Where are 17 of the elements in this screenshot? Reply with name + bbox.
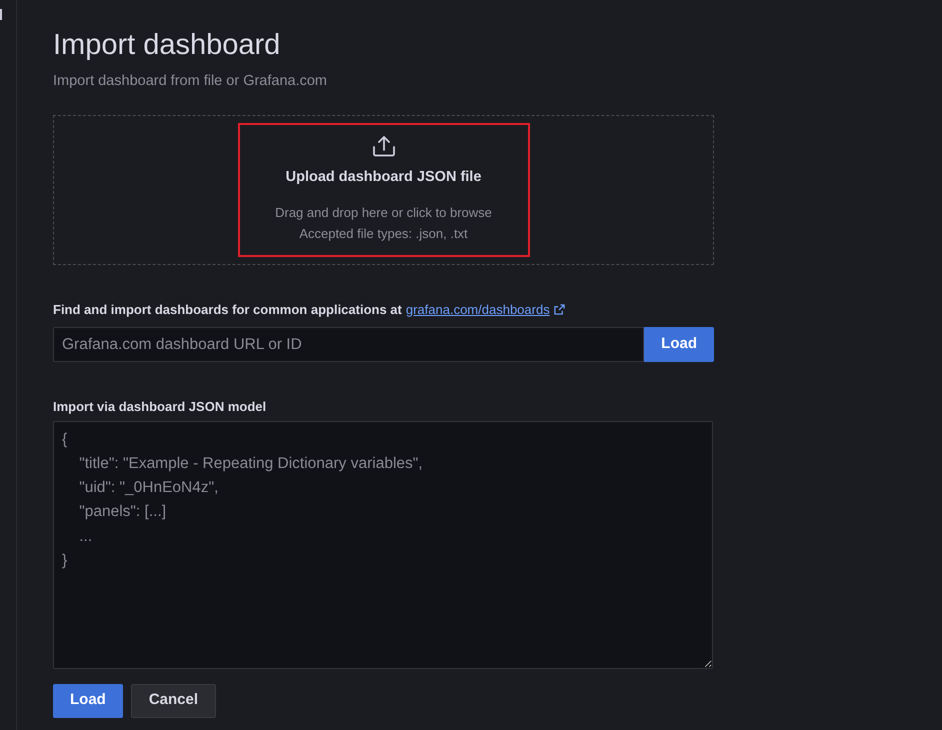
upload-hint: Drag and drop here or click to browse: [275, 204, 492, 222]
upload-icon: [372, 134, 396, 157]
page-title: Import dashboard: [53, 28, 282, 63]
external-link-icon[interactable]: [554, 304, 565, 315]
dashboards-link[interactable]: grafana.com/dashboards: [406, 300, 550, 320]
page-subtitle: Import dashboard from file or Grafana.com: [53, 72, 328, 91]
load-button[interactable]: Load: [644, 327, 714, 362]
import-label: Find and import dashboards for common applications at grafana.com/dashboards: [53, 300, 714, 320]
json-model-field[interactable]: { "title": "Example - Repeating Dictionary variables", "uid": "_0HnEoN4z", "panels": [...] ... }: [53, 420, 713, 669]
accepted-file-types: Accepted file types: .json, .txt: [298, 225, 469, 244]
load-button[interactable]: Load: [53, 684, 123, 718]
upload-area[interactable]: Upload dashboard JSON file Drag and drop here or click to browse Accepted file types: .json, .txt: [238, 122, 530, 257]
cancel-button[interactable]: Cancel: [130, 684, 216, 718]
json-model-label: Import via dashboard JSON model: [53, 398, 268, 416]
dashboard-url-field[interactable]: Grafana.com dashboard URL or ID: [53, 327, 644, 362]
upload-title: Upload dashboard JSON file: [286, 168, 482, 187]
upload-dropzone[interactable]: Upload dashboard JSON file Drag and drop here or click to browse Accepted file types: .json, .txt: [53, 114, 714, 265]
